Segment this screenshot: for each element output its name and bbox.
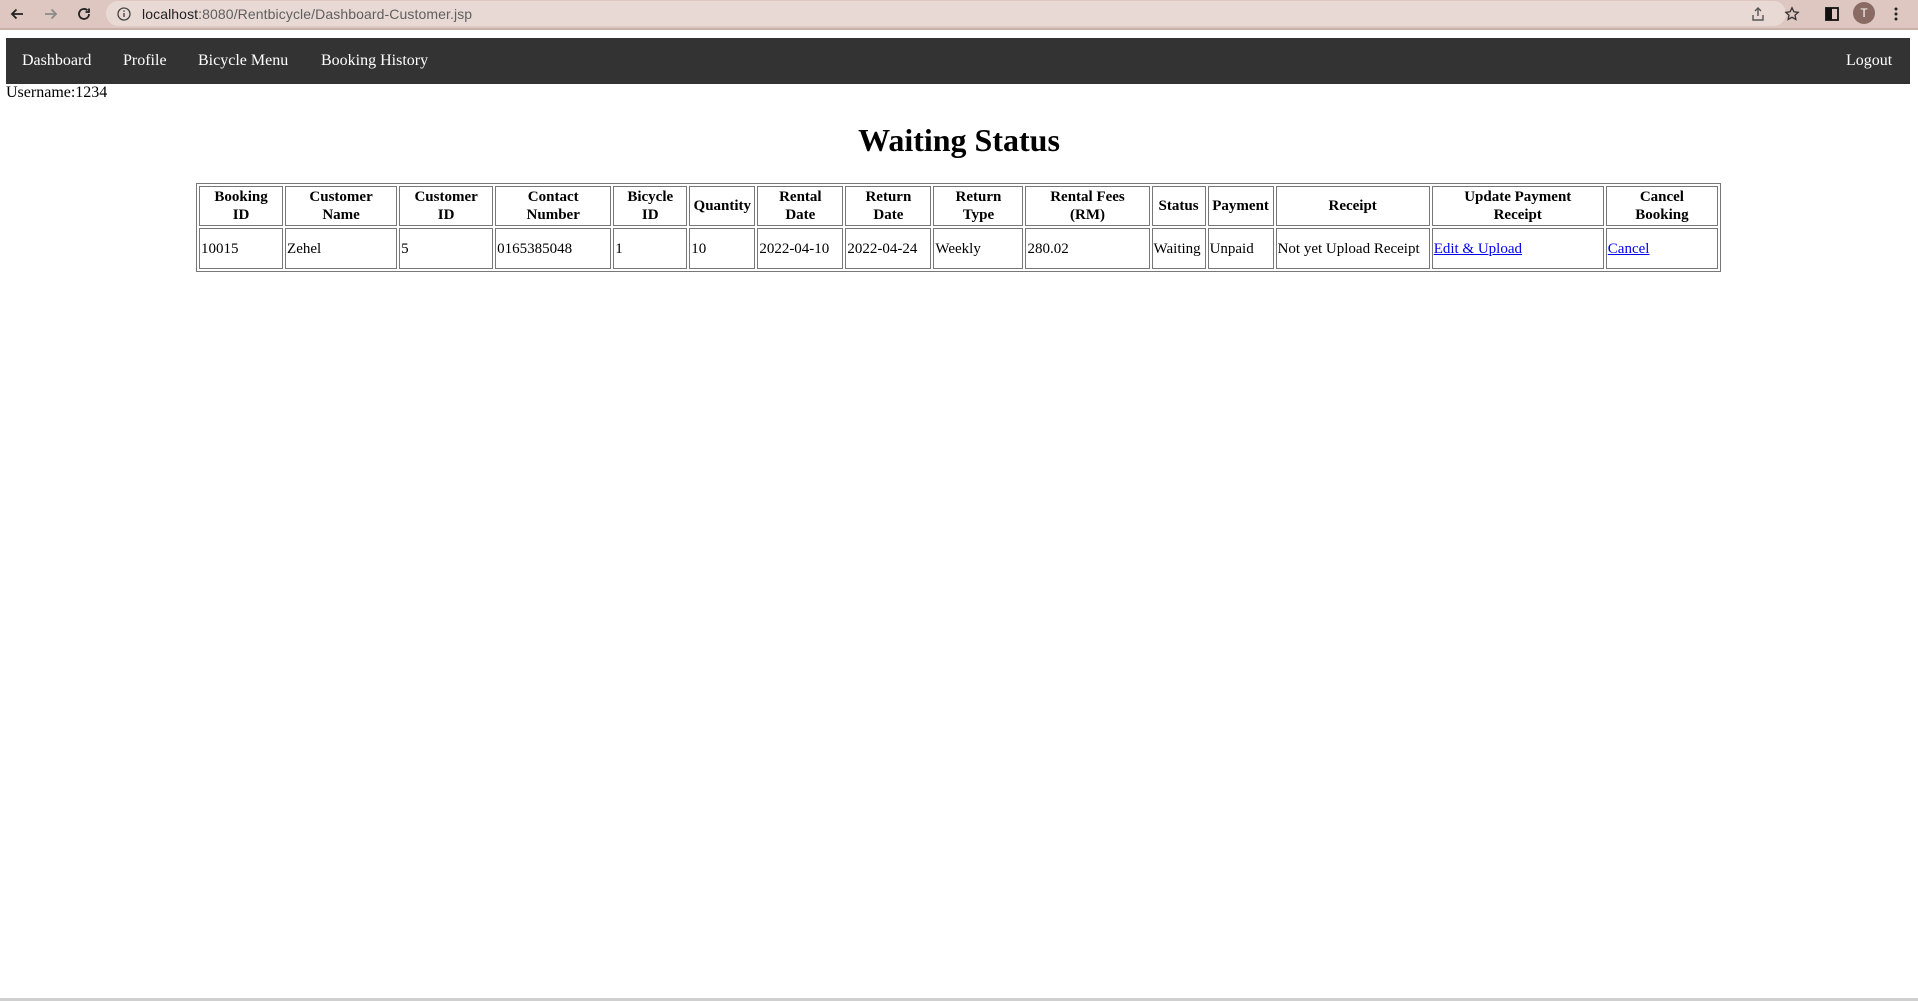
cell-status: Waiting (1151, 228, 1206, 269)
url-text: localhost:8080/Rentbicycle/Dashboard-Cus… (142, 6, 472, 22)
cell-contact-number: 0165385048 (495, 228, 612, 269)
header-text: Bicycle (627, 189, 674, 205)
cell-update-payment-receipt: Edit & Upload (1431, 228, 1604, 269)
profile-avatar[interactable]: T (1853, 2, 1875, 24)
reload-icon[interactable] (73, 3, 95, 25)
header-text: Booking (214, 189, 268, 205)
username-label: Username:1234 (6, 84, 108, 101)
forward-icon[interactable] (40, 3, 62, 25)
header-text: Booking (1635, 207, 1689, 223)
header-rental-date: Rental Date (757, 186, 844, 226)
chrome-divider (0, 28, 1918, 30)
header-text: ID (232, 207, 250, 223)
share-icon[interactable] (1747, 3, 1769, 25)
cell-rental-date: 2022-04-10 (757, 228, 844, 269)
cancel-booking-link[interactable]: Cancel (1608, 241, 1650, 257)
cell-payment: Unpaid (1207, 228, 1274, 269)
nav-booking-history-link[interactable]: Booking History (321, 38, 428, 84)
header-rental-fees: Rental Fees (RM) (1025, 186, 1150, 226)
edit-upload-link[interactable]: Edit & Upload (1434, 241, 1522, 257)
page-title: Waiting Status (858, 122, 1060, 158)
cell-quantity: 10 (689, 228, 756, 269)
header-text: Return (955, 189, 1002, 205)
cell-cancel-booking: Cancel (1605, 228, 1718, 269)
table-row: 10015 Zehel 5 0165385048 1 10 2022-04-10… (199, 228, 1718, 269)
header-text: Name (322, 207, 360, 223)
header-text: Payment (1212, 198, 1269, 214)
cell-return-date: 2022-04-24 (845, 228, 932, 269)
url-path: :8080/Rentbicycle/Dashboard-Customer.jsp (198, 5, 473, 22)
header-status: Status (1151, 186, 1206, 226)
header-contact-number: Contact Number (495, 186, 612, 226)
nav-dashboard-link[interactable]: Dashboard (22, 38, 91, 84)
cell-customer-name: Zehel (285, 228, 398, 269)
header-text: Customer (309, 189, 373, 205)
header-text: Date (873, 207, 904, 223)
nav-bicycle-menu-link[interactable]: Bicycle Menu (198, 38, 288, 84)
nav-logout-link[interactable]: Logout (1846, 38, 1892, 84)
booking-table: Booking ID Customer Name Customer ID Contac… (196, 183, 1721, 272)
bookmark-star-icon[interactable] (1781, 3, 1803, 25)
menu-kebab-icon[interactable] (1885, 3, 1907, 25)
address-bar[interactable]: localhost:8080/Rentbicycle/Dashboard-Cus… (106, 1, 1786, 26)
cell-return-type: Weekly (933, 228, 1024, 269)
cell-customer-id: 5 (399, 228, 494, 269)
header-customer-name: Customer Name (285, 186, 398, 226)
header-text: Status (1158, 198, 1199, 214)
header-text: Quantity (693, 198, 752, 214)
table-header-row: Booking ID Customer Name Customer ID Contac… (199, 186, 1718, 226)
header-quantity: Quantity (689, 186, 756, 226)
header-text: Date (785, 207, 816, 223)
header-text: ID (641, 207, 659, 223)
header-text: Type (962, 207, 995, 223)
back-icon[interactable] (6, 3, 28, 25)
header-text: Contact (527, 189, 579, 205)
header-text: Rental Fees (1050, 189, 1125, 205)
header-text: (RM) (1070, 207, 1105, 223)
header-text: Receipt (1328, 198, 1377, 214)
header-text: Update Payment (1464, 189, 1572, 205)
header-text: Cancel (1639, 189, 1684, 205)
header-return-type: Return Type (933, 186, 1024, 226)
cell-receipt: Not yet Upload Receipt (1275, 228, 1430, 269)
header-receipt: Receipt (1275, 186, 1430, 226)
top-navigation-bar: Dashboard Profile Bicycle Menu Booking H… (6, 38, 1910, 84)
header-text: Rental (779, 189, 822, 205)
header-customer-id: Customer ID (399, 186, 494, 226)
header-text: Return (865, 189, 912, 205)
header-bicycle-id: Bicycle ID (613, 186, 688, 226)
nav-profile-link[interactable]: Profile (123, 38, 167, 84)
header-text: Customer (414, 189, 478, 205)
cell-bicycle-id: 1 (613, 228, 688, 269)
header-booking-id: Booking ID (199, 186, 284, 226)
header-text: Receipt (1493, 207, 1542, 223)
header-return-date: Return Date (845, 186, 932, 226)
cell-booking-id: 10015 (199, 228, 284, 269)
cell-rental-fees: 280.02 (1025, 228, 1150, 269)
header-payment: Payment (1207, 186, 1274, 226)
url-host: localhost (142, 5, 199, 22)
browser-toolbar: localhost:8080/Rentbicycle/Dashboard-Cus… (0, 0, 1918, 28)
header-text: Number (526, 207, 580, 223)
header-cancel-booking: Cancel Booking (1605, 186, 1718, 226)
site-info-icon[interactable] (116, 6, 132, 22)
header-text: ID (437, 207, 455, 223)
side-panel-icon[interactable] (1821, 3, 1843, 25)
header-update-payment-receipt: Update Payment Receipt (1431, 186, 1604, 226)
